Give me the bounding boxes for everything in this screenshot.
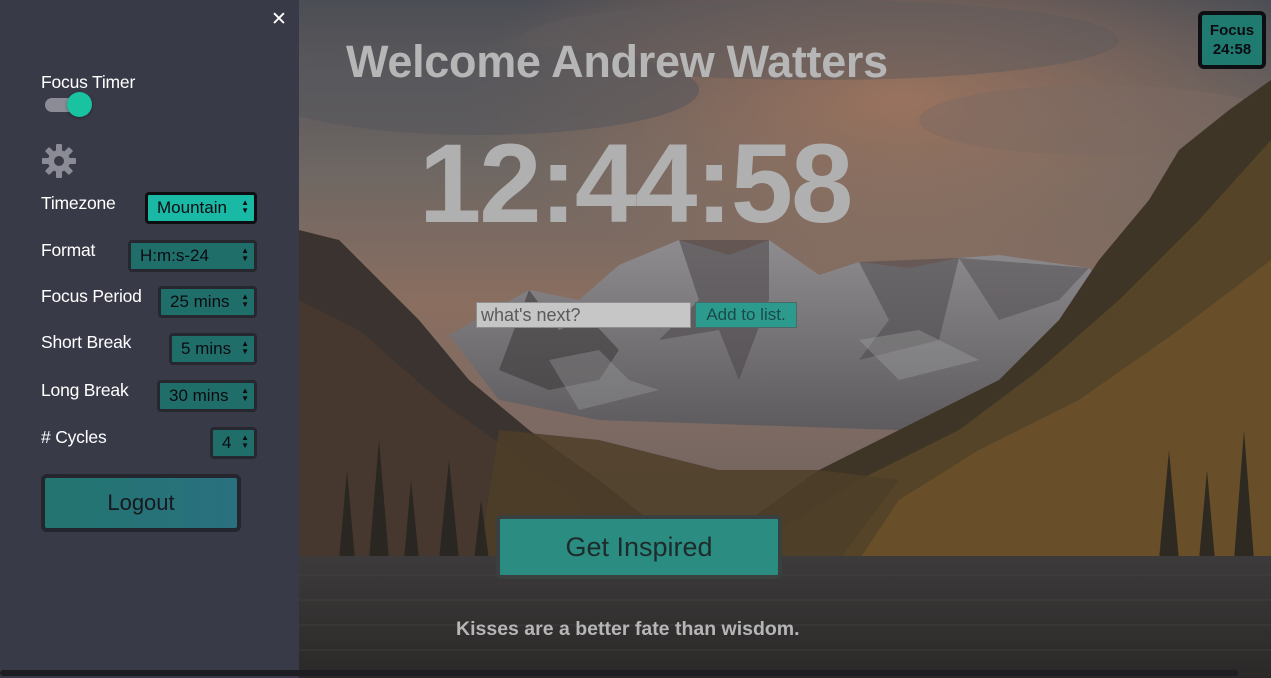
focus-period-label: Focus Period [41,286,142,306]
todo-input[interactable] [476,302,691,328]
select-arrows-icon: ▲ ▼ [241,386,249,403]
cycles-select[interactable]: 4 ▲ ▼ [210,427,257,459]
focus-timer-toggle[interactable] [45,92,92,117]
select-arrows-icon: ▲ ▼ [241,339,249,356]
welcome-heading: Welcome Andrew Watters [346,36,888,87]
timezone-value: Mountain [157,198,227,217]
focus-timer-label: Focus Timer [41,72,136,92]
select-arrows-icon: ▲ ▼ [241,198,249,215]
select-arrows-icon: ▲ ▼ [241,246,249,263]
horizontal-scrollbar[interactable] [0,670,1238,676]
logout-button[interactable]: Logout [41,474,241,532]
select-arrows-icon: ▲ ▼ [241,292,249,309]
quote-text: Kisses are a better fate than wisdom. [456,618,800,640]
format-select[interactable]: H:m:s-24 ▲ ▼ [128,240,257,272]
background-landscape [299,0,1271,678]
format-label: Format [41,240,96,260]
long-break-label: Long Break [41,380,129,400]
cycles-value: 4 [222,433,232,452]
focus-period-value: 25 mins [170,292,230,311]
settings-sidebar: ✕ Focus Timer Timezone Mountain ▲ ▼ Forma… [0,0,299,678]
format-value: H:m:s-24 [140,246,209,265]
long-break-value: 30 mins [169,386,229,405]
gear-icon[interactable] [41,143,77,179]
timezone-select[interactable]: Mountain ▲ ▼ [145,192,257,224]
clock-display: 12:44:58 [419,121,853,246]
select-arrows-icon: ▲ ▼ [241,433,249,450]
focus-badge-time: 24:58 [1212,41,1252,58]
short-break-select[interactable]: 5 mins ▲ ▼ [169,333,257,365]
toggle-knob [67,92,92,117]
long-break-select[interactable]: 30 mins ▲ ▼ [157,380,257,412]
add-to-list-button[interactable]: Add to list. [695,302,797,328]
focus-badge-label: Focus [1209,22,1255,39]
cycles-label: # Cycles [41,427,107,447]
focus-timer-badge[interactable]: Focus 24:58 [1198,11,1266,69]
short-break-value: 5 mins [181,339,232,358]
close-icon[interactable]: ✕ [270,9,288,29]
focus-period-select[interactable]: 25 mins ▲ ▼ [158,286,257,318]
timezone-label: Timezone [41,193,116,213]
short-break-label: Short Break [41,332,132,352]
get-inspired-button[interactable]: Get Inspired [496,515,782,579]
